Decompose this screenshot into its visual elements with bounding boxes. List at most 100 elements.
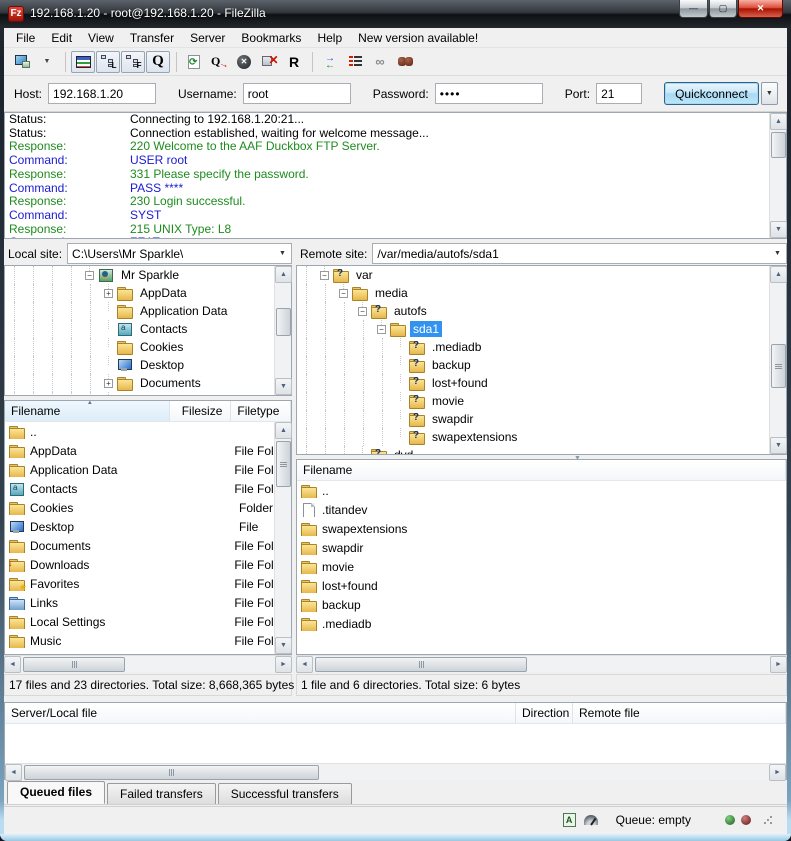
- column-header-server-local-file[interactable]: Server/Local file: [5, 703, 516, 723]
- column-header-direction[interactable]: Direction: [516, 703, 573, 723]
- username-input[interactable]: [243, 83, 351, 104]
- scroll-up-icon[interactable]: ▲: [275, 422, 292, 439]
- toggle-queue-icon[interactable]: Q: [146, 51, 170, 73]
- file-row[interactable]: LinksFile Folder: [5, 593, 291, 612]
- tree-expander[interactable]: −: [354, 302, 371, 320]
- file-row[interactable]: swapextensions: [297, 519, 786, 538]
- scroll-thumb[interactable]: [771, 132, 786, 158]
- tree-item[interactable]: +↓Downloads: [5, 392, 291, 396]
- file-row[interactable]: MusicFile Folder: [5, 631, 291, 650]
- local-tree-scrollbar[interactable]: ▲ ▼: [274, 266, 291, 395]
- column-header-remote-file[interactable]: Remote file: [573, 703, 786, 723]
- file-row[interactable]: Application DataFile Folder: [5, 460, 291, 479]
- tree-expander[interactable]: +: [100, 374, 117, 392]
- tree-expander[interactable]: −: [335, 284, 352, 302]
- chevron-down-icon[interactable]: ▼: [769, 244, 786, 263]
- log-scrollbar[interactable]: ▲ ▼: [769, 113, 786, 238]
- toggle-remote-tree-icon[interactable]: F: [121, 51, 145, 73]
- column-header-filename[interactable]: ▲ Filename: [5, 401, 170, 421]
- compare-directories-icon[interactable]: →←: [318, 51, 342, 73]
- minimize-button[interactable]: —: [679, 0, 708, 18]
- tab-successful-transfers[interactable]: Successful transfers: [218, 783, 352, 804]
- resize-grip[interactable]: [763, 815, 773, 825]
- cancel-operation-icon[interactable]: ✕: [232, 51, 256, 73]
- scroll-right-icon[interactable]: ►: [769, 764, 786, 781]
- file-row[interactable]: Local SettingsFile Folder: [5, 612, 291, 631]
- toggle-local-tree-icon[interactable]: L: [96, 51, 120, 73]
- local-list-scrollbar[interactable]: ▲ ▼: [274, 422, 291, 654]
- scroll-down-icon[interactable]: ▼: [770, 221, 787, 238]
- tab-queued-files[interactable]: Queued files: [7, 781, 105, 804]
- local-site-combo[interactable]: C:\Users\Mr Sparkle\ ▼: [67, 243, 292, 264]
- site-manager-icon[interactable]: [10, 51, 34, 73]
- menu-item-edit[interactable]: Edit: [43, 29, 80, 47]
- expand-icon[interactable]: +: [104, 379, 113, 388]
- column-header-filesize[interactable]: Filesize: [170, 401, 232, 421]
- tree-item[interactable]: ?dvd: [297, 446, 786, 455]
- file-row[interactable]: ★FavoritesFile Folder: [5, 574, 291, 593]
- tree-expander[interactable]: −: [316, 266, 333, 284]
- file-row[interactable]: .titandev: [297, 500, 786, 519]
- remote-site-combo[interactable]: /var/media/autofs/sda1 ▼: [372, 243, 787, 264]
- scroll-down-icon[interactable]: ▼: [275, 637, 292, 654]
- menu-item-bookmarks[interactable]: Bookmarks: [233, 29, 309, 47]
- disconnect-icon[interactable]: ✕: [257, 51, 281, 73]
- quickconnect-button[interactable]: Quickconnect: [664, 82, 759, 105]
- tree-item[interactable]: ?movie: [297, 392, 786, 410]
- tree-item[interactable]: Cookies: [5, 338, 291, 356]
- tree-item[interactable]: +Documents: [5, 374, 291, 392]
- file-row[interactable]: ↓DownloadsFile Folder: [5, 555, 291, 574]
- scroll-down-icon[interactable]: ▼: [275, 378, 292, 395]
- expand-icon[interactable]: +: [104, 289, 113, 298]
- close-button[interactable]: ✕: [738, 0, 783, 18]
- toggle-message-log-icon[interactable]: [71, 51, 95, 73]
- tree-item[interactable]: ?lost+found: [297, 374, 786, 392]
- menu-item-view[interactable]: View: [80, 29, 122, 47]
- host-input[interactable]: [48, 83, 156, 104]
- refresh-icon[interactable]: ⟳: [182, 51, 206, 73]
- file-row[interactable]: ..: [297, 481, 786, 500]
- tree-item[interactable]: −media: [297, 284, 786, 302]
- scroll-up-icon[interactable]: ▲: [770, 113, 787, 130]
- site-manager-dropdown-icon[interactable]: ▼: [35, 51, 59, 73]
- column-header-filename[interactable]: Filename: [297, 460, 786, 480]
- collapse-icon[interactable]: −: [377, 325, 386, 334]
- scroll-thumb[interactable]: [276, 441, 291, 487]
- password-input[interactable]: [435, 83, 543, 104]
- tree-item[interactable]: ?.mediadb: [297, 338, 786, 356]
- file-row[interactable]: ..: [5, 422, 291, 441]
- tree-item[interactable]: −?autofs: [297, 302, 786, 320]
- collapse-icon[interactable]: −: [358, 307, 367, 316]
- file-row[interactable]: backup: [297, 595, 786, 614]
- file-row[interactable]: .mediadb: [297, 614, 786, 633]
- remote-list-hscrollbar[interactable]: ◄ ►: [296, 655, 787, 672]
- tree-item[interactable]: +AppData: [5, 284, 291, 302]
- menu-item-server[interactable]: Server: [182, 29, 233, 47]
- reconnect-icon[interactable]: R: [282, 51, 306, 73]
- scroll-left-icon[interactable]: ◄: [5, 764, 22, 781]
- scroll-thumb[interactable]: [276, 308, 291, 336]
- menu-item-file[interactable]: File: [8, 29, 43, 47]
- collapse-icon[interactable]: −: [339, 289, 348, 298]
- scroll-up-icon[interactable]: ▲: [275, 266, 292, 283]
- tree-expander[interactable]: −: [373, 320, 390, 338]
- tab-failed-transfers[interactable]: Failed transfers: [107, 783, 216, 804]
- menu-item-help[interactable]: Help: [309, 29, 350, 47]
- quickconnect-dropdown-icon[interactable]: ▼: [761, 82, 778, 105]
- file-row[interactable]: swapdir: [297, 538, 786, 557]
- scroll-up-icon[interactable]: ▲: [770, 266, 787, 283]
- title-bar[interactable]: Fz 192.168.1.20 - root@192.168.1.20 - Fi…: [0, 0, 791, 28]
- tree-item[interactable]: ?swapdir: [297, 410, 786, 428]
- menu-item-new-version[interactable]: New version available!: [350, 29, 486, 47]
- queue-hscrollbar[interactable]: ◄ ►: [5, 763, 786, 780]
- synchronized-browsing-icon[interactable]: ∞: [368, 51, 392, 73]
- chevron-down-icon[interactable]: ▼: [274, 244, 291, 263]
- file-row[interactable]: DocumentsFile Folder: [5, 536, 291, 555]
- scroll-left-icon[interactable]: ◄: [296, 656, 313, 673]
- tree-expander[interactable]: +: [100, 392, 117, 396]
- tree-item[interactable]: −?var: [297, 266, 786, 284]
- tree-item[interactable]: −Mr Sparkle: [5, 266, 291, 284]
- tree-expander[interactable]: +: [100, 284, 117, 302]
- maximize-button[interactable]: ▢: [709, 0, 737, 18]
- local-list-hscrollbar[interactable]: ◄ ►: [4, 655, 292, 672]
